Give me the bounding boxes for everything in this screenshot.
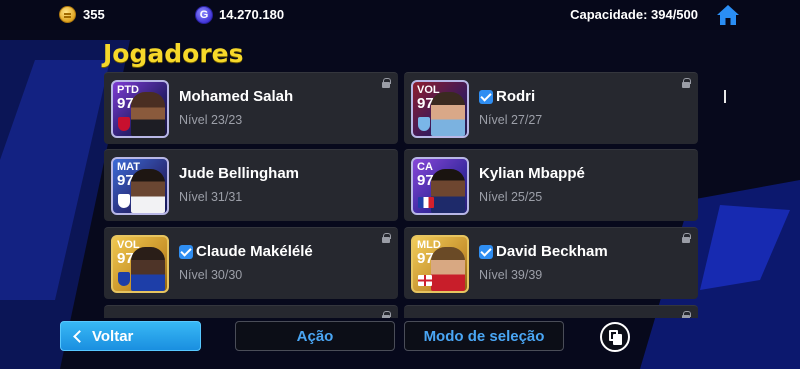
player-thumbnail: MAT 97 [111,157,169,215]
player-card-makelele[interactable]: VOL 97 Claude Makélélé Nível 30/30 [104,227,398,299]
player-thumbnail: PTD 97 [111,80,169,138]
gp-icon: G [195,6,213,24]
lock-icon [681,311,691,318]
verified-icon [479,89,493,104]
coins-balance: 355 [83,7,105,22]
club-badge-icon [118,272,130,286]
player-portrait [131,169,165,213]
flag-england-icon [418,275,432,286]
page-title: Jogadores [103,39,244,68]
back-button-label: Voltar [92,327,134,345]
player-name: David Beckham [496,243,608,260]
player-level: Nível 27/27 [479,113,543,127]
player-card-mbappe[interactable]: CA 97 Kylian Mbappé Nível 25/25 [404,149,698,221]
gp-balance: 14.270.180 [219,7,285,22]
player-name: Kylian Mbappé [479,165,585,182]
verified-icon [479,244,493,259]
player-level: Nível 23/23 [179,113,243,127]
player-portrait [431,169,465,213]
flag-france-icon [418,197,434,208]
action-button[interactable]: Ação [235,321,395,351]
player-level: Nível 39/39 [479,268,543,282]
lock-icon [381,311,391,318]
player-portrait [431,92,465,136]
club-badge-icon [118,194,130,208]
top-bar: 355 G 14.270.180 Capacidade: 394/500 [0,0,800,30]
club-badge-icon [418,117,430,131]
back-button[interactable]: Voltar [60,321,201,351]
copy-button[interactable] [600,322,630,352]
player-name: Jude Bellingham [179,165,300,182]
home-icon [717,5,739,25]
player-thumbnail: VOL 97 [111,235,169,293]
player-card-partial[interactable] [104,305,398,318]
chevron-left-icon [73,329,86,343]
scrollbar-thumb[interactable] [724,90,726,103]
player-card-beckham[interactable]: MLD 97 David Beckham Nível 39/39 [404,227,698,299]
selection-mode-button[interactable]: Modo de seleção [404,321,564,351]
lock-icon [381,78,391,88]
player-portrait [431,247,465,291]
player-list[interactable]: PTD 97 Mohamed Salah Nível 23/23 VOL 97 … [104,72,698,318]
player-thumbnail: VOL 97 [411,80,469,138]
club-badge-icon [118,117,130,131]
player-level: Nível 30/30 [179,268,243,282]
home-button[interactable] [716,3,740,27]
lock-icon [681,233,691,243]
player-thumbnail: CA 97 [411,157,469,215]
player-level: Nível 25/25 [479,190,543,204]
lock-icon [681,78,691,88]
player-name: Claude Makélélé [196,243,313,260]
capacity-label: Capacidade: 394/500 [570,7,698,22]
player-portrait [131,247,165,291]
player-name: Mohamed Salah [179,88,294,105]
player-level: Nível 31/31 [179,190,243,204]
copy-icon [613,334,622,345]
lock-icon [381,233,391,243]
player-portrait [131,92,165,136]
player-card-rodri[interactable]: VOL 97 Rodri Nível 27/27 [404,72,698,144]
player-name: Rodri [496,88,536,105]
player-card-bellingham[interactable]: MAT 97 Jude Bellingham Nível 31/31 [104,149,398,221]
player-card-salah[interactable]: PTD 97 Mohamed Salah Nível 23/23 [104,72,398,144]
player-card-partial[interactable] [404,305,698,318]
player-thumbnail: MLD 97 [411,235,469,293]
verified-icon [179,244,193,259]
coin-icon [59,6,76,23]
